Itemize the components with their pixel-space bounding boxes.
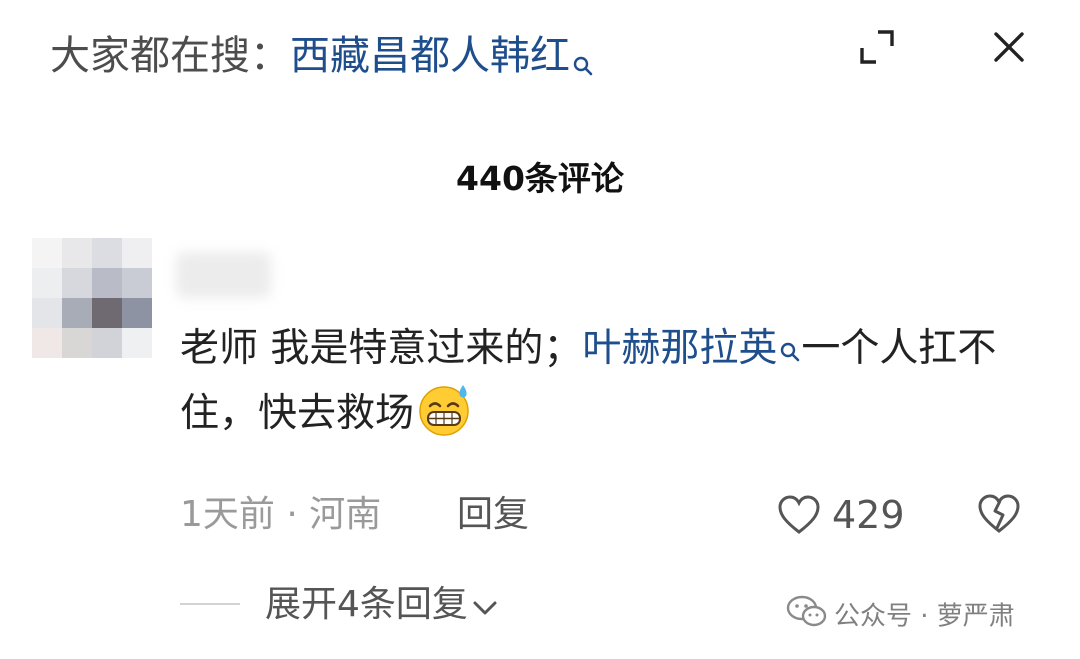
heart-icon[interactable] [776, 493, 822, 537]
username-redacted [176, 252, 271, 298]
watermark: 公众号 · 萝严肃 [786, 594, 1015, 640]
watermark-text: 公众号 · 萝严肃 [834, 601, 1015, 632]
search-icon[interactable] [572, 36, 594, 92]
mention-link[interactable]: 叶赫那拉英 [582, 326, 777, 371]
expand-replies-button[interactable]: 展开4条回复 [265, 580, 498, 631]
comment-meta: 1天前 · 河南 [180, 494, 382, 535]
chevron-down-icon [472, 581, 498, 631]
comment-body: 老师 我是特意过来的；叶赫那拉英 一个人扛不住，快去救场 [180, 320, 1020, 443]
hot-search-link[interactable]: 西藏昌都人韩红 [290, 33, 570, 79]
expand-replies-label: 展开4条回复 [265, 584, 468, 625]
reply-button[interactable]: 回复 [457, 490, 529, 540]
like-count: 429 [832, 493, 905, 537]
hot-search-prefix: 大家都在搜： [50, 33, 290, 79]
search-icon[interactable] [779, 322, 801, 380]
comment-count-title: 440条评论 [456, 159, 624, 198]
hot-search-bar: 大家都在搜：西藏昌都人韩红 [50, 28, 594, 92]
expand-icon[interactable] [858, 28, 896, 66]
replies-divider [180, 603, 240, 605]
grinning-sweat-emoji-icon [416, 380, 474, 438]
wechat-icon [786, 594, 828, 640]
close-icon[interactable] [990, 28, 1028, 66]
broken-heart-icon[interactable] [976, 492, 1022, 536]
avatar[interactable] [32, 238, 152, 360]
comment-text-part: 老师 我是特意过来的； [180, 326, 583, 371]
